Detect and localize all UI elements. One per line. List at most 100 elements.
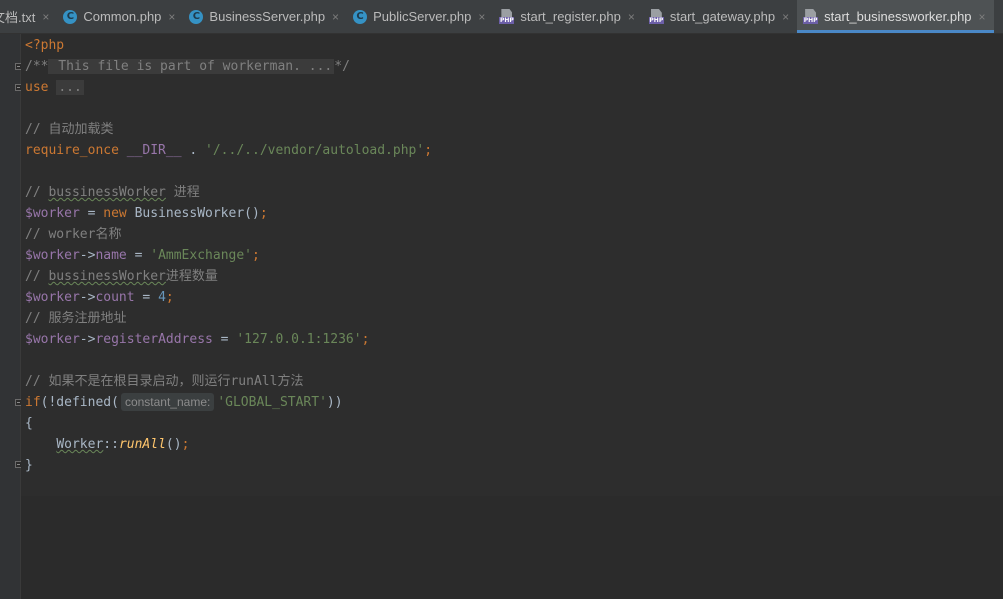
comment: 进程数量 bbox=[165, 269, 218, 284]
property: name bbox=[95, 248, 127, 263]
doc-comment-open: /** bbox=[25, 59, 49, 74]
keyword: if bbox=[25, 395, 41, 410]
brace-open: { bbox=[25, 416, 33, 431]
comment-typo: bussinessWorker bbox=[48, 269, 166, 284]
operator: = bbox=[212, 332, 237, 347]
comment: // worker名称 bbox=[25, 227, 122, 242]
code-line: <?php bbox=[25, 35, 64, 56]
tab-label: 文档.txt bbox=[0, 10, 36, 25]
comment: // bbox=[25, 269, 49, 284]
static-method: runAll bbox=[118, 437, 166, 452]
comment: // bbox=[25, 185, 49, 200]
code-line: use ... bbox=[25, 77, 84, 98]
string: '127.0.0.1:1236' bbox=[236, 332, 362, 347]
operator: = bbox=[79, 206, 104, 221]
operator: = bbox=[126, 248, 151, 263]
property: count bbox=[95, 290, 135, 305]
close-icon[interactable]: × bbox=[979, 10, 986, 24]
close-icon[interactable]: × bbox=[332, 10, 339, 24]
comment: // 如果不是在根目录启动，则运行runAll方法 bbox=[25, 374, 304, 389]
doc-comment-close: */ bbox=[334, 59, 350, 74]
property: registerAddress bbox=[95, 332, 213, 347]
tab-label: start_register.php bbox=[520, 9, 621, 24]
php-file-icon: PHP bbox=[803, 8, 819, 25]
tab-label: BusinessServer.php bbox=[209, 9, 326, 24]
tab-documentation-txt[interactable]: 文档.txt × bbox=[0, 0, 57, 33]
close-icon[interactable]: × bbox=[168, 10, 175, 24]
code-line: if(!defined(constant_name: 'GLOBAL_START'… bbox=[25, 392, 343, 413]
php-file-icon: PHP bbox=[499, 8, 515, 25]
code-line: { bbox=[25, 413, 33, 434]
code-line: } bbox=[25, 455, 33, 476]
tab-label: Common.php bbox=[83, 9, 162, 24]
close-icon[interactable]: × bbox=[782, 10, 789, 24]
close-icon[interactable]: × bbox=[628, 10, 635, 24]
tab-label: start_gateway.php bbox=[669, 9, 776, 24]
arrow-operator: -> bbox=[79, 248, 96, 263]
operator: = bbox=[134, 290, 159, 305]
code-editor[interactable]: <?php /** This file is part of workerman… bbox=[21, 34, 1003, 599]
php-class-icon: C bbox=[189, 9, 204, 24]
code-line: $worker->count = 4; bbox=[25, 287, 174, 308]
close-icon[interactable]: × bbox=[42, 10, 49, 24]
semicolon: ; bbox=[181, 437, 190, 452]
scope-operator: :: bbox=[103, 437, 119, 452]
arrow-operator: -> bbox=[79, 290, 96, 305]
code-line: // bussinessWorker进程数量 bbox=[25, 266, 218, 287]
code-line: $worker->name = 'AmmExchange'; bbox=[25, 245, 260, 266]
variable: $worker bbox=[25, 248, 80, 263]
tab-label: start_businessworker.php bbox=[824, 9, 972, 24]
string: 'AmmExchange' bbox=[150, 248, 252, 263]
code-line: /** This file is part of workerman. ... *… bbox=[25, 56, 350, 77]
semicolon: ; bbox=[424, 143, 433, 158]
code-line: Worker::runAll(); bbox=[25, 434, 189, 455]
tab-common-php[interactable]: C Common.php × bbox=[57, 0, 183, 33]
string: '/../../vendor/autoload.php' bbox=[205, 143, 425, 158]
code-line: // worker名称 bbox=[25, 224, 121, 245]
keyword: new bbox=[103, 206, 127, 221]
php-class-icon: C bbox=[63, 9, 78, 24]
folded-imports[interactable]: ... bbox=[56, 80, 84, 95]
code-line: // 如果不是在根目录启动，则运行runAll方法 bbox=[25, 371, 303, 392]
paren-close: )) bbox=[326, 395, 343, 410]
editor-gutter bbox=[0, 34, 22, 599]
code-line: $worker->registerAddress = '127.0.0.1:12… bbox=[25, 329, 369, 350]
operator: . bbox=[181, 143, 206, 158]
comment: // 服务注册地址 bbox=[25, 311, 127, 326]
php-class-icon: C bbox=[353, 9, 368, 24]
call-parens: () bbox=[165, 437, 182, 452]
code-line: // bussinessWorker 进程 bbox=[25, 182, 200, 203]
code-line: $worker = new BusinessWorker(); bbox=[25, 203, 268, 224]
class-name: BusinessWorker() bbox=[126, 206, 260, 221]
string: 'GLOBAL_START' bbox=[217, 395, 327, 410]
tab-publicserver-php[interactable]: C PublicServer.php × bbox=[347, 0, 493, 33]
tab-start-register-php[interactable]: PHP start_register.php × bbox=[493, 0, 642, 33]
folded-doc-comment[interactable]: This file is part of workerman. ... bbox=[48, 59, 335, 74]
comment: // 自动加载类 bbox=[25, 122, 114, 137]
variable: $worker bbox=[25, 290, 80, 305]
close-icon[interactable]: × bbox=[478, 10, 485, 24]
code-line: // 自动加载类 bbox=[25, 119, 113, 140]
class-name: Worker bbox=[56, 437, 104, 452]
magic-constant: __DIR__ bbox=[126, 143, 182, 158]
variable: $worker bbox=[25, 206, 80, 221]
editor-tab-bar: 文档.txt × C Common.php × C BusinessServer… bbox=[0, 0, 1003, 34]
tab-businessserver-php[interactable]: C BusinessServer.php × bbox=[183, 0, 347, 33]
comment-typo: bussinessWorker bbox=[48, 185, 166, 200]
keyword: require_once bbox=[25, 143, 119, 158]
number: 4 bbox=[158, 290, 166, 305]
semicolon: ; bbox=[259, 206, 268, 221]
php-file-icon: PHP bbox=[648, 8, 664, 25]
php-open-tag: <?php bbox=[25, 38, 65, 53]
function-call: (!defined( bbox=[40, 395, 119, 410]
tab-start-gateway-php[interactable]: PHP start_gateway.php × bbox=[643, 0, 797, 33]
use-keyword: use bbox=[25, 80, 49, 95]
arrow-operator: -> bbox=[79, 332, 96, 347]
parameter-hint: constant_name: bbox=[120, 393, 215, 411]
code-line: require_once __DIR__ . '/../../vendor/au… bbox=[25, 140, 432, 161]
comment: 进程 bbox=[165, 185, 200, 200]
semicolon: ; bbox=[165, 290, 174, 305]
semicolon: ; bbox=[361, 332, 370, 347]
brace-close: } bbox=[25, 458, 33, 473]
tab-start-businessworker-php[interactable]: PHP start_businessworker.php × bbox=[797, 0, 995, 33]
